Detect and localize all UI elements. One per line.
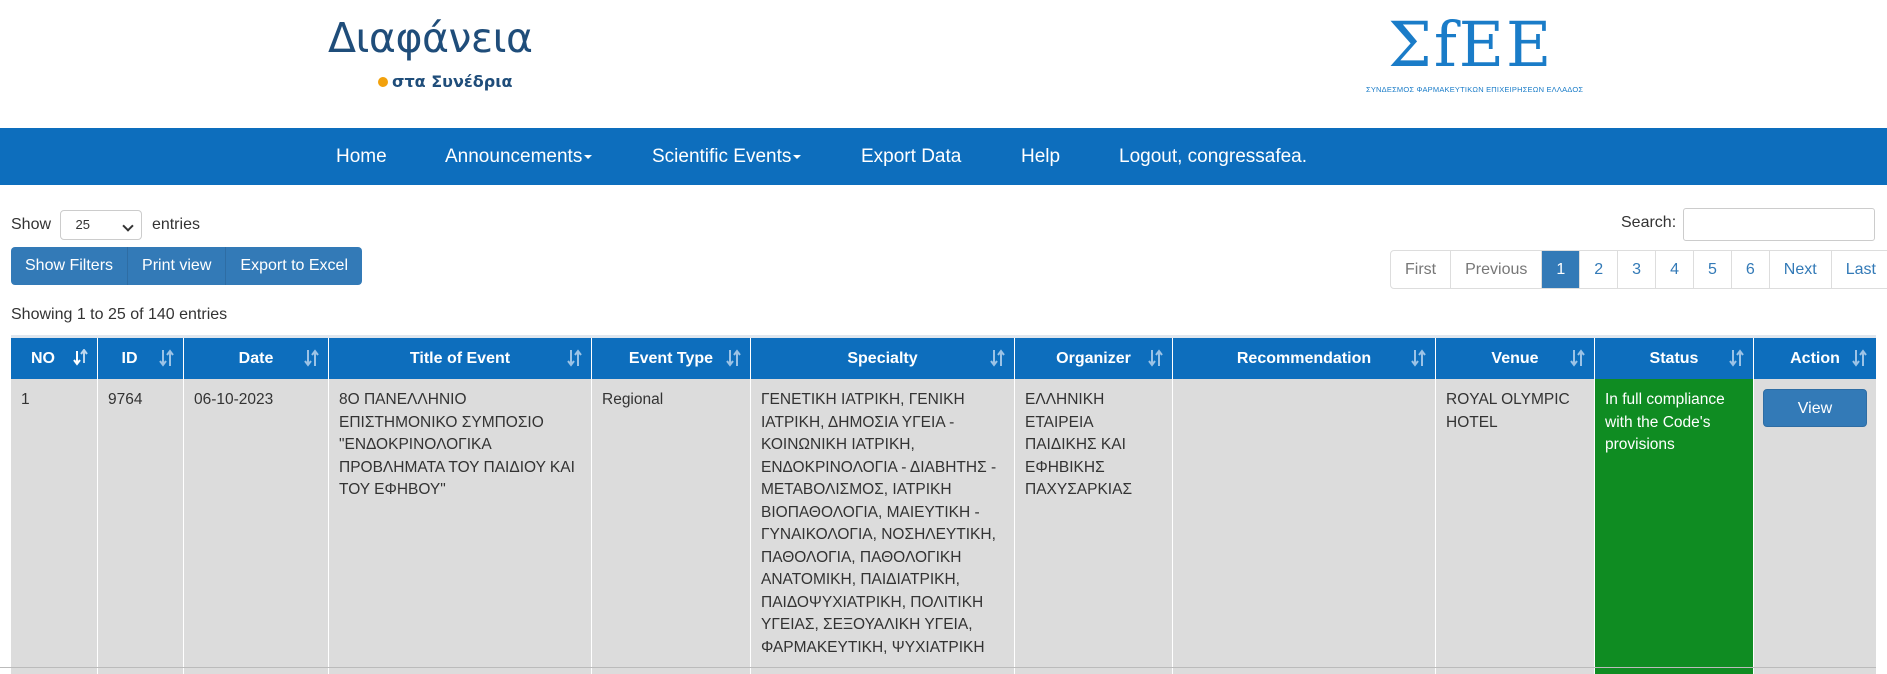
- search-input[interactable]: [1683, 208, 1875, 241]
- page-2[interactable]: 2: [1580, 251, 1619, 288]
- cell-no: 1: [11, 379, 98, 674]
- page-4[interactable]: 4: [1656, 251, 1694, 288]
- col-header-organizer-label: Organizer: [1056, 350, 1131, 367]
- nav-home-label: Home: [336, 146, 387, 167]
- sort-icon: [1729, 349, 1744, 367]
- sort-icon: [1852, 349, 1867, 367]
- main-navbar: Home Announcements Scientific Events Exp…: [0, 128, 1887, 185]
- logo-right-subtitle: ΣΥΝΔΕΣΜΟΣ ΦΑΡΜΑΚΕΥΤΙΚΩΝ ΕΠΙΧΕΙΡΗΣΕΩΝ ΕΛΛ…: [1366, 85, 1584, 94]
- col-header-specialty[interactable]: Specialty: [751, 338, 1015, 379]
- sort-icon: [304, 349, 319, 367]
- entries-label: entries: [151, 216, 200, 233]
- nav-logout[interactable]: Logout, congressafea.: [1119, 128, 1307, 185]
- page-first[interactable]: First: [1391, 251, 1452, 288]
- nav-home[interactable]: Home: [336, 128, 387, 185]
- logo-left-subtitle: στα Συνέδρια: [378, 72, 512, 91]
- col-header-no-label: NO: [31, 350, 55, 367]
- col-header-date-label: Date: [238, 350, 274, 367]
- print-view-button[interactable]: Print view: [128, 247, 227, 285]
- sort-icon: [1411, 349, 1426, 367]
- col-header-event-type[interactable]: Event Type: [592, 338, 751, 379]
- sort-icon: [990, 349, 1005, 367]
- nav-export-data-label: Export Data: [861, 146, 962, 167]
- sort-icon: [1148, 349, 1163, 367]
- col-header-no[interactable]: NO: [11, 338, 98, 379]
- page-6[interactable]: 6: [1732, 251, 1770, 288]
- page-previous[interactable]: Previous: [1451, 251, 1543, 288]
- nav-scientific-events[interactable]: Scientific Events: [652, 128, 802, 185]
- pagination: First Previous 1 2 3 4 5 6 Next Last: [1390, 250, 1887, 289]
- nav-announcements[interactable]: Announcements: [445, 128, 593, 185]
- cell-recommendation: [1173, 379, 1436, 674]
- nav-help-label: Help: [1021, 146, 1061, 167]
- table-header: NO ID Date Title of Event Event Type Spe…: [11, 335, 1876, 379]
- cell-venue: ROYAL OLYMPIC HOTEL: [1436, 379, 1595, 674]
- table-info: Showing 1 to 25 of 140 entries: [11, 306, 228, 323]
- cell-title: 8Ο ΠΑΝΕΛΛΗΝΙΟ ΕΠΙΣΤΗΜΟΝΙΚΟ ΣΥΜΠΟΣΙΟ "ΕΝΔ…: [329, 379, 592, 674]
- cell-date: 06-10-2023: [184, 379, 329, 674]
- col-header-action-label: Action: [1790, 350, 1840, 367]
- col-header-event-type-label: Event Type: [628, 350, 714, 367]
- nav-export-data[interactable]: Export Data: [861, 128, 961, 185]
- row-divider: [0, 667, 1876, 668]
- page-last[interactable]: Last: [1832, 251, 1887, 288]
- col-header-action[interactable]: Action: [1754, 338, 1876, 379]
- col-header-id-label: ID: [121, 350, 138, 367]
- cell-id: 9764: [98, 379, 184, 674]
- cell-specialty: ΓΕΝΕΤΙΚΗ ΙΑΤΡΙΚΗ, ΓΕΝΙΚΗ ΙΑΤΡΙΚΗ, ΔΗΜΟΣΙ…: [751, 379, 1015, 674]
- search-label: Search:: [1621, 214, 1677, 231]
- logo-right-title: ΣfΕΕ: [1388, 8, 1554, 81]
- sort-icon: [1570, 349, 1585, 367]
- col-header-organizer[interactable]: Organizer: [1015, 338, 1173, 379]
- nav-announcements-label: Announcements: [445, 146, 583, 167]
- col-header-status-label: Status: [1649, 350, 1699, 367]
- cell-action: View: [1754, 379, 1876, 674]
- caret-down-icon: [793, 155, 802, 159]
- col-header-status[interactable]: Status: [1595, 338, 1754, 379]
- sort-icon: [726, 349, 741, 367]
- table-toolbar: Show Filters Print view Export to Excel: [11, 247, 362, 285]
- show-label: Show: [11, 216, 52, 233]
- page-next[interactable]: Next: [1770, 251, 1832, 288]
- diafaneia-logo[interactable]: Διαφάνεια στα Συνέδρια: [328, 14, 533, 96]
- page-5[interactable]: 5: [1694, 251, 1732, 288]
- nav-scientific-events-label: Scientific Events: [652, 146, 792, 167]
- cell-status: In full compliance with the Code's provi…: [1595, 379, 1754, 674]
- col-header-recommendation[interactable]: Recommendation: [1173, 338, 1436, 379]
- show-filters-button[interactable]: Show Filters: [11, 247, 129, 285]
- col-header-title[interactable]: Title of Event: [329, 338, 592, 379]
- sort-icon: [159, 349, 174, 367]
- logo-left-title: Διαφάνεια: [328, 14, 533, 62]
- sort-desc-icon: [73, 349, 88, 366]
- col-header-specialty-label: Specialty: [847, 350, 918, 367]
- nav-help[interactable]: Help: [1021, 128, 1060, 185]
- cell-organizer: ΕΛΛΗΝΙΚΗ ΕΤΑΙΡΕΙΑ ΠΑΙΔΙΚΗΣ ΚΑΙ ΕΦΗΒΙΚΗΣ …: [1015, 379, 1173, 674]
- col-header-id[interactable]: ID: [98, 338, 184, 379]
- col-header-venue[interactable]: Venue: [1436, 338, 1595, 379]
- view-button[interactable]: View: [1763, 389, 1867, 427]
- page-length-value: 25: [75, 216, 90, 232]
- logo-left-subtitle-text: στα Συνέδρια: [392, 72, 513, 91]
- table-row: 1 9764 06-10-2023 8Ο ΠΑΝΕΛΛΗΝΙΟ ΕΠΙΣΤΗΜΟ…: [11, 379, 1876, 674]
- page-length-control: Show 25 entries: [11, 208, 200, 242]
- col-header-title-label: Title of Event: [409, 350, 511, 367]
- page-3[interactable]: 3: [1618, 251, 1657, 288]
- col-header-recommendation-label: Recommendation: [1236, 350, 1372, 367]
- caret-down-icon: [584, 155, 593, 159]
- page-length-select[interactable]: 25: [60, 209, 143, 240]
- logo-dot-icon: [378, 77, 388, 87]
- nav-logout-label: Logout, congressafea.: [1119, 146, 1308, 167]
- export-excel-button[interactable]: Export to Excel: [226, 247, 362, 285]
- site-header: Διαφάνεια στα Συνέδρια ΣfΕΕ ΣΥΝΔΕΣΜΟΣ ΦΑ…: [0, 0, 1887, 128]
- cell-event-type: Regional: [592, 379, 751, 674]
- col-header-venue-label: Venue: [1491, 350, 1539, 367]
- sfee-logo[interactable]: ΣfΕΕ ΣΥΝΔΕΣΜΟΣ ΦΑΡΜΑΚΕΥΤΙΚΩΝ ΕΠΙΧΕΙΡΗΣΕΩ…: [1366, 8, 1583, 98]
- chevron-down-icon: [122, 220, 135, 232]
- page-1[interactable]: 1: [1542, 251, 1581, 288]
- sort-icon: [567, 349, 582, 367]
- col-header-date[interactable]: Date: [184, 338, 329, 379]
